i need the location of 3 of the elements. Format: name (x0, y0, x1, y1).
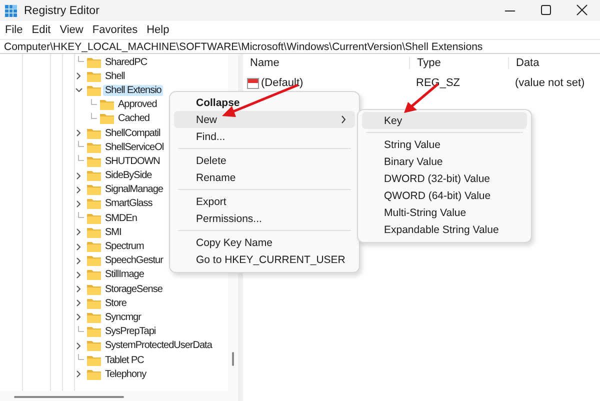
window-title: Registry Editor (24, 4, 100, 16)
value-type: REG_SZ (415, 77, 462, 89)
value-data: (value not set) (514, 77, 586, 89)
